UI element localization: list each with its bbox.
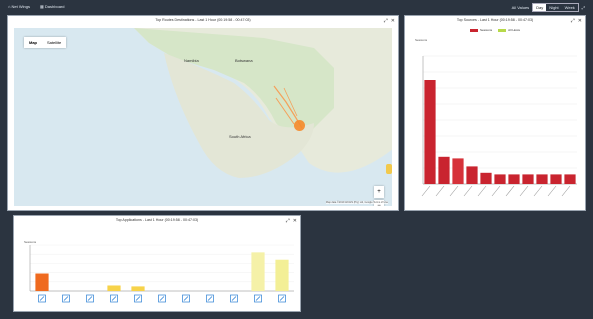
- legend-label: Sessions: [479, 28, 493, 32]
- app-icon[interactable]: [254, 294, 262, 303]
- close-icon[interactable]: ✕: [391, 18, 395, 24]
- bar[interactable]: [494, 174, 506, 184]
- app-icon-glyph: [255, 296, 261, 301]
- legend-swatch: [498, 28, 507, 32]
- map-attribution: Map data ©2019 AfriGIS (Pty) Ltd, Google…: [325, 201, 388, 204]
- app-icon[interactable]: [278, 294, 286, 303]
- map-view[interactable]: Map Satellite Namibia Botswana South Afr…: [14, 28, 392, 206]
- bar[interactable]: [275, 259, 289, 291]
- app-icon-glyph: [135, 296, 141, 301]
- map-type-control: Map Satellite: [24, 37, 67, 48]
- app-icon[interactable]: [38, 294, 46, 303]
- destination-marker-icon[interactable]: [294, 120, 305, 131]
- close-icon[interactable]: ✕: [293, 218, 297, 224]
- app-icon[interactable]: [158, 294, 166, 303]
- tick-label: [449, 185, 459, 197]
- tick-label: [519, 185, 529, 197]
- map-panel-title: Top Routes Destinations - Last 1 Hour (0…: [155, 18, 251, 22]
- app-icon-glyph: [279, 296, 285, 301]
- app-icon[interactable]: [110, 294, 118, 303]
- bar[interactable]: [550, 174, 562, 184]
- app-icon-glyph: [39, 296, 45, 301]
- bar[interactable]: [466, 166, 478, 184]
- app-icon-glyph: [231, 296, 237, 301]
- bar[interactable]: [522, 174, 534, 184]
- app-icon[interactable]: [206, 294, 214, 303]
- top-apps-title: Top Applications - Last 1 Hour (00:19:58…: [115, 218, 199, 222]
- dashboard-label: Dashboard: [44, 4, 65, 9]
- app-icon[interactable]: [86, 294, 94, 303]
- pegman-icon[interactable]: [386, 164, 392, 174]
- close-icon[interactable]: ✕: [578, 18, 582, 24]
- map-label-namibia: Namibia: [184, 58, 199, 63]
- map-label-south-africa: South Africa: [229, 134, 251, 139]
- dashboard-menu[interactable]: ▦ Dashboard: [40, 4, 64, 9]
- satellite-button[interactable]: Satellite: [42, 37, 66, 48]
- bar[interactable]: [107, 285, 121, 291]
- tick-label: [435, 185, 445, 197]
- app-icon[interactable]: [182, 294, 190, 303]
- toggle-night[interactable]: Night: [546, 4, 561, 11]
- tick-label: [505, 185, 515, 197]
- app-icon-glyph: [207, 296, 213, 301]
- top-apps-panel: Top Applications - Last 1 Hour (00:19:58…: [13, 215, 301, 312]
- tick-label: [491, 185, 501, 197]
- app-icon-glyph: [183, 296, 189, 301]
- legend-item-all-hosts[interactable]: All Hosts: [498, 28, 520, 32]
- bar[interactable]: [424, 80, 436, 184]
- tick-label: [477, 185, 487, 197]
- tick-label: [561, 185, 571, 197]
- legend-item-sessions[interactable]: Sessions: [469, 28, 493, 32]
- bar[interactable]: [564, 174, 576, 184]
- tick-label: [421, 185, 431, 197]
- tick-label: [533, 185, 543, 197]
- app-icon-glyph: [111, 296, 117, 301]
- app-icon-glyph: [159, 296, 165, 301]
- time-toggle: Day Night Week: [532, 3, 579, 12]
- home-icon: ⌂: [8, 4, 11, 9]
- bar[interactable]: [508, 174, 520, 184]
- tick-label: [463, 185, 473, 197]
- top-sources-title: Top Sources - Last 1 Hour (00:19:58 - 00…: [456, 18, 534, 22]
- map-button[interactable]: Map: [24, 37, 42, 48]
- zoom-in-button[interactable]: +: [374, 186, 384, 198]
- app-label: Net Wings: [11, 4, 30, 9]
- maximize-icon[interactable]: ⤢: [571, 18, 575, 24]
- top-bar: ⌂ Net Wings ▦ Dashboard All Values Day N…: [0, 0, 593, 14]
- app-icon[interactable]: [62, 294, 70, 303]
- map-land: [14, 28, 392, 178]
- tick-label: [547, 185, 557, 197]
- bar[interactable]: [438, 156, 450, 184]
- map-label-botswana: Botswana: [235, 58, 253, 63]
- legend-swatch: [469, 28, 478, 32]
- maximize-icon[interactable]: ⤢: [286, 218, 290, 224]
- toggle-day[interactable]: Day: [533, 4, 547, 11]
- top-apps-chart: [29, 244, 294, 303]
- chart-legend: Sessions All Hosts: [405, 28, 585, 32]
- maximize-icon[interactable]: ⤢: [384, 18, 388, 24]
- app-icon[interactable]: [230, 294, 238, 303]
- bar[interactable]: [35, 273, 49, 291]
- bar[interactable]: [131, 286, 145, 291]
- bar[interactable]: [452, 158, 464, 184]
- top-sources-panel: Top Sources - Last 1 Hour (00:19:58 - 00…: [404, 15, 586, 211]
- app-icon-glyph: [87, 296, 93, 301]
- range-label: All Values: [511, 5, 530, 10]
- legend-label: All Hosts: [508, 28, 521, 32]
- top-sources-chart: [421, 55, 577, 197]
- bar[interactable]: [536, 174, 548, 184]
- map-panel: Top Routes Destinations - Last 1 Hour (0…: [7, 15, 399, 211]
- app-icon[interactable]: [134, 294, 142, 303]
- bar[interactable]: [251, 252, 265, 291]
- app-menu[interactable]: ⌂ Net Wings: [8, 4, 30, 9]
- toggle-week[interactable]: Week: [562, 4, 578, 11]
- expand-icon[interactable]: ⤢: [582, 5, 585, 10]
- bar[interactable]: [480, 172, 492, 184]
- app-icon-glyph: [63, 296, 69, 301]
- grid-icon: ▦: [40, 4, 44, 9]
